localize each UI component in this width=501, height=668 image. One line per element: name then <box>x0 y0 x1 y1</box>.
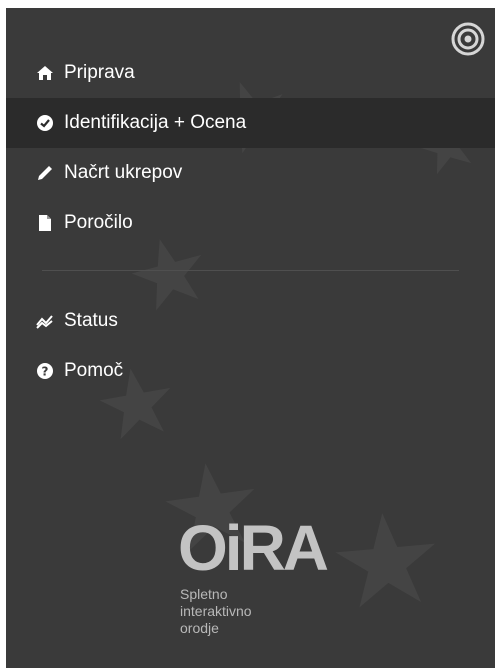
sidebar-panel: Priprava Identifikacija + Ocena Načrt uk… <box>6 8 495 668</box>
logo-wordmark: OiRA <box>178 512 329 584</box>
nav-item-label: Načrt ukrepov <box>64 162 183 183</box>
check-circle-icon <box>36 114 54 132</box>
nav-item-label: Status <box>64 310 118 331</box>
nav-item-label: Priprava <box>64 62 135 83</box>
nav-item-priprava[interactable]: Priprava <box>6 48 495 98</box>
svg-text:?: ? <box>42 365 49 379</box>
home-icon <box>36 64 54 82</box>
main-navigation: Priprava Identifikacija + Ocena Načrt uk… <box>6 48 495 396</box>
logo-subtitle: Spletno interaktivno orodje <box>180 586 326 637</box>
logo-subtitle-line: Spletno <box>180 586 228 602</box>
oira-logo: OiRA Spletno interaktivno orodje <box>178 512 329 637</box>
nav-item-identifikacija-ocena[interactable]: Identifikacija + Ocena <box>6 98 495 148</box>
nav-item-label: Pomoč <box>64 360 124 381</box>
nav-item-label: Identifikacija + Ocena <box>64 112 247 133</box>
document-icon <box>36 214 54 232</box>
trend-icon <box>36 312 54 330</box>
nav-item-pomoc[interactable]: ? Pomoč <box>6 346 495 396</box>
nav-item-label: Poročilo <box>64 212 133 233</box>
nav-item-nacrt-ukrepov[interactable]: Načrt ukrepov <box>6 148 495 198</box>
nav-divider <box>42 270 459 271</box>
nav-item-porocilo[interactable]: Poročilo <box>6 198 495 248</box>
help-circle-icon: ? <box>36 362 54 380</box>
logo-subtitle-line: interaktivno <box>180 603 252 619</box>
nav-item-status[interactable]: Status <box>6 296 495 346</box>
logo-subtitle-line: orodje <box>180 620 219 636</box>
pencil-icon <box>36 164 54 182</box>
